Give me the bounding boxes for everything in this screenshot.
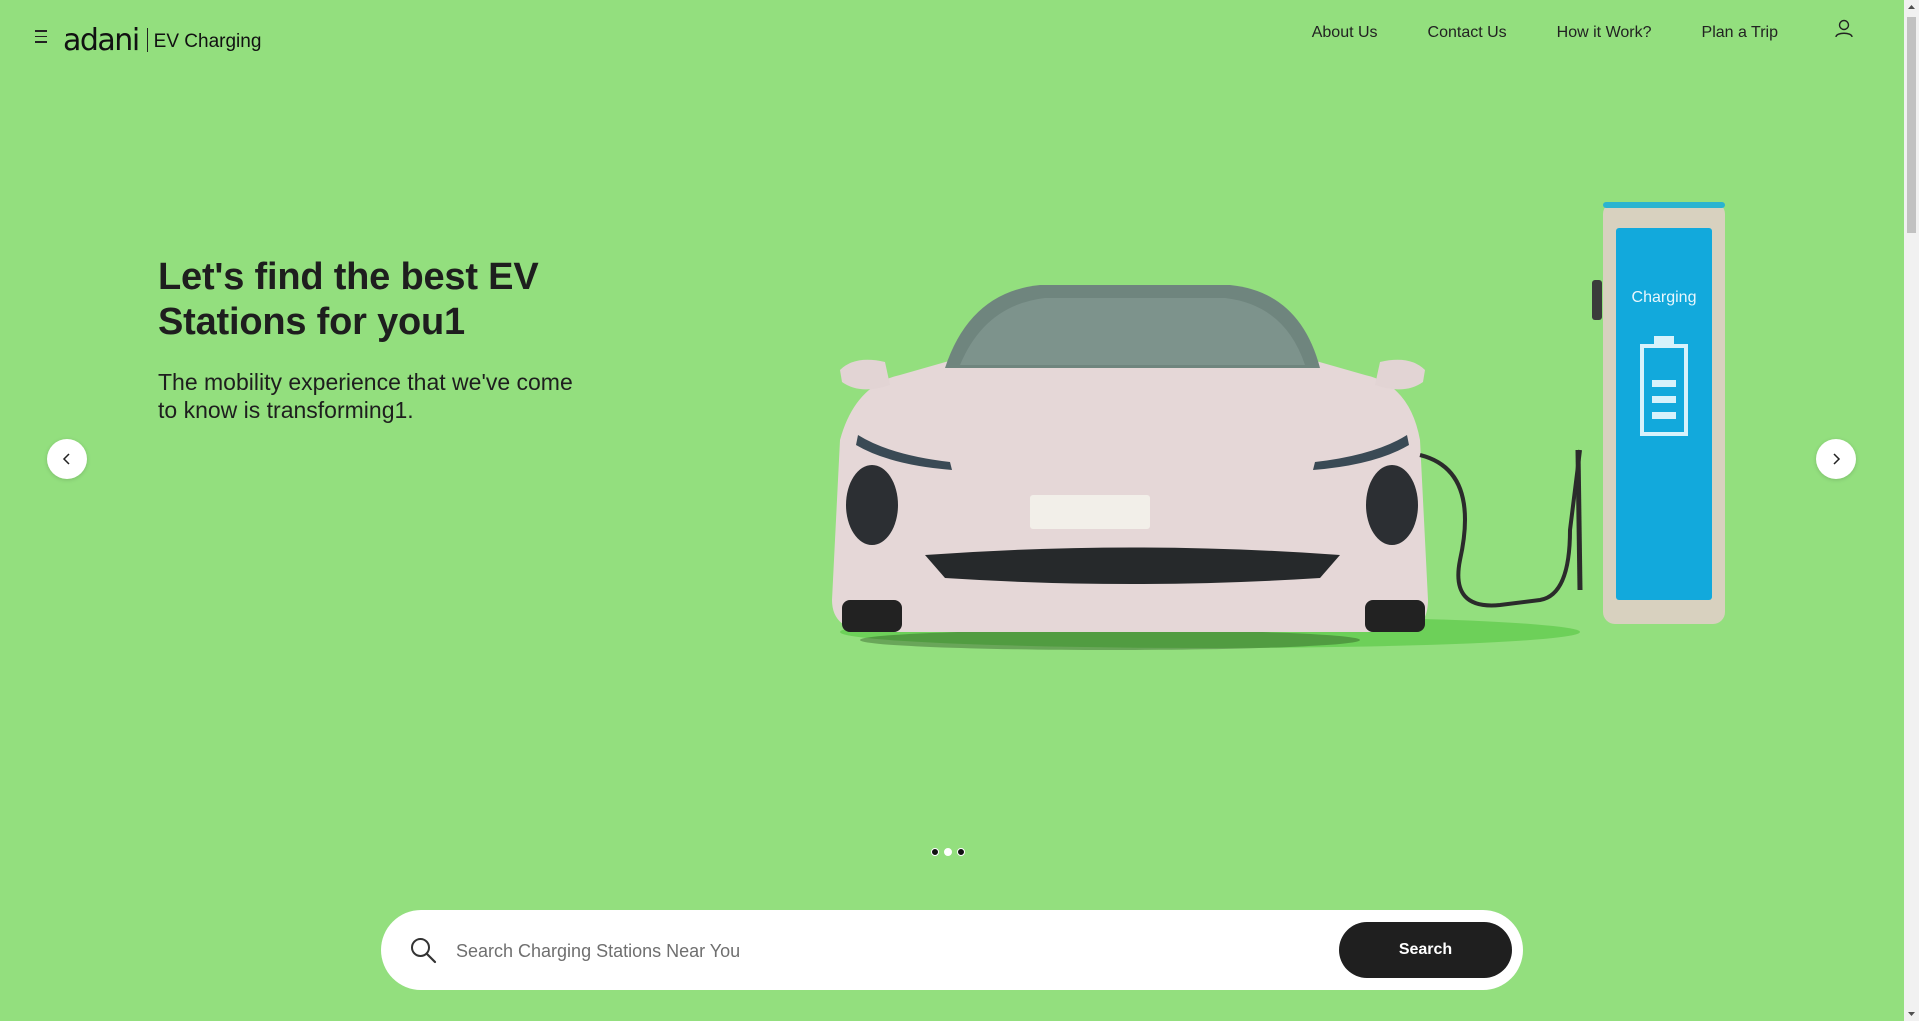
nav-about-us[interactable]: About Us — [1312, 24, 1378, 42]
hero-car-charger-image: Charging — [832, 202, 1725, 650]
site-header: adani EV Charging About Us Contact Us Ho… — [0, 0, 1904, 80]
brand-name: adani — [63, 22, 140, 58]
carousel-dot-1[interactable] — [931, 848, 939, 856]
nav-contact-us[interactable]: Contact Us — [1428, 24, 1507, 42]
nav-how-it-works[interactable]: How it Work? — [1557, 24, 1652, 42]
search-input[interactable] — [454, 930, 1298, 972]
page: adani EV Charging About Us Contact Us Ho… — [0, 0, 1904, 1021]
hero-subtitle: The mobility experience that we've come … — [158, 369, 573, 423]
search-icon — [411, 938, 437, 964]
main-nav: About Us Contact Us How it Work? Plan a … — [1312, 19, 1904, 44]
brand-logo[interactable]: adani EV Charging — [63, 20, 261, 60]
scroll-down-arrow-icon[interactable] — [1904, 1006, 1919, 1021]
page-scrollbar[interactable] — [1904, 0, 1919, 1021]
carousel-dot-3[interactable] — [957, 848, 965, 856]
product-name: EV Charging — [153, 31, 262, 52]
scroll-up-arrow-icon[interactable] — [1904, 0, 1919, 15]
nav-plan-a-trip[interactable]: Plan a Trip — [1702, 24, 1778, 42]
search-button[interactable]: Search — [1339, 922, 1512, 978]
logo-divider — [146, 28, 148, 52]
station-search-bar: Search — [381, 910, 1523, 990]
chevron-left-icon — [62, 453, 70, 465]
charger-screen-label: Charging — [1632, 289, 1697, 306]
carousel-prev-button[interactable] — [47, 439, 87, 479]
carousel-dot-2[interactable] — [944, 848, 952, 856]
carousel-indicators — [931, 848, 970, 856]
chevron-right-icon — [1833, 453, 1841, 465]
hero-title: Let's find the best EV Stations for you1 — [158, 256, 539, 343]
user-icon[interactable] — [1830, 16, 1858, 44]
scrollbar-thumb[interactable] — [1907, 17, 1916, 233]
carousel-next-button[interactable] — [1816, 439, 1856, 479]
menu-icon[interactable] — [30, 26, 52, 52]
